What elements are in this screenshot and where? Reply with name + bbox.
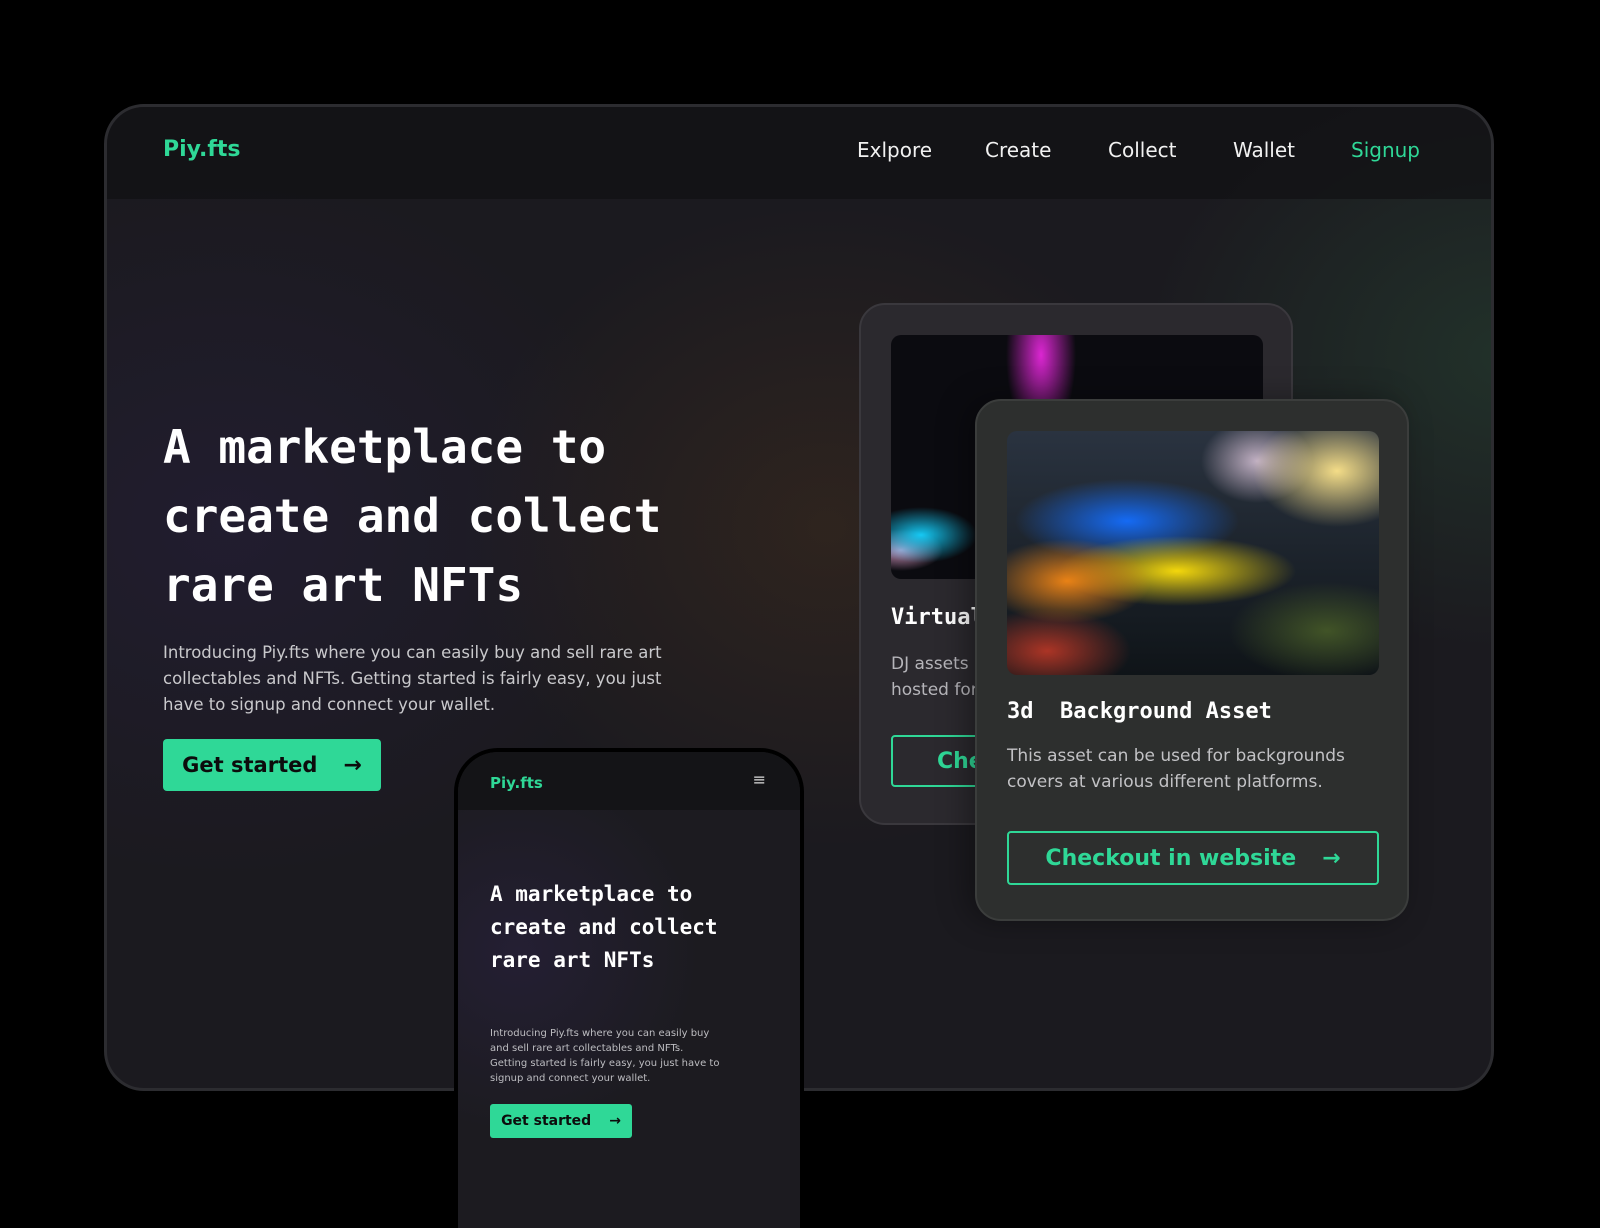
get-started-button[interactable]: Get started → bbox=[163, 739, 381, 791]
get-started-label: Get started bbox=[182, 753, 318, 777]
card-title: 3d Background Asset bbox=[1007, 699, 1272, 724]
arrow-right-icon: → bbox=[1322, 845, 1341, 871]
nft-image-3d-background bbox=[1007, 431, 1379, 675]
mobile-screen: Piy.fts ≡ A marketplace to create and co… bbox=[458, 752, 800, 1228]
mobile-get-started-label: Get started bbox=[501, 1113, 592, 1129]
checkout-label: Checkout in website bbox=[1045, 845, 1297, 871]
hamburger-menu-icon[interactable]: ≡ bbox=[753, 770, 766, 789]
arrow-right-icon: → bbox=[609, 1113, 621, 1129]
checkout-in-website-button[interactable]: Checkout in website → bbox=[1007, 831, 1379, 885]
nav-wallet[interactable]: Wallet bbox=[1233, 138, 1295, 162]
mobile-preview: Piy.fts ≡ A marketplace to create and co… bbox=[454, 748, 804, 1228]
mobile-brand-logo[interactable]: Piy.fts bbox=[490, 774, 543, 792]
nav-signup[interactable]: Signup bbox=[1351, 138, 1420, 162]
nav-collect[interactable]: Collect bbox=[1108, 138, 1176, 162]
hero-title: A marketplace to create and collect rare… bbox=[163, 420, 662, 612]
brand-logo[interactable]: Piy.fts bbox=[163, 137, 241, 162]
mobile-hero-title: A marketplace to create and collect rare… bbox=[490, 882, 718, 972]
mobile-navbar: Piy.fts ≡ bbox=[458, 752, 800, 810]
mobile-get-started-button[interactable]: Get started → bbox=[490, 1104, 632, 1138]
top-navbar: Piy.fts Exlpore Create Collect Wallet Si… bbox=[107, 107, 1491, 199]
nft-card-3d-background[interactable]: 3d Background Asset This asset can be us… bbox=[975, 399, 1409, 921]
hero-description: Introducing Piy.fts where you can easily… bbox=[163, 643, 662, 714]
card-description: This asset can be used for backgrounds c… bbox=[1007, 746, 1345, 792]
nav-explore[interactable]: Exlpore bbox=[857, 138, 932, 162]
nav-create[interactable]: Create bbox=[985, 138, 1051, 162]
card-title: Virtual bbox=[891, 605, 984, 630]
arrow-right-icon: → bbox=[343, 752, 362, 778]
mobile-hero-description: Introducing Piy.fts where you can easily… bbox=[490, 1028, 720, 1084]
